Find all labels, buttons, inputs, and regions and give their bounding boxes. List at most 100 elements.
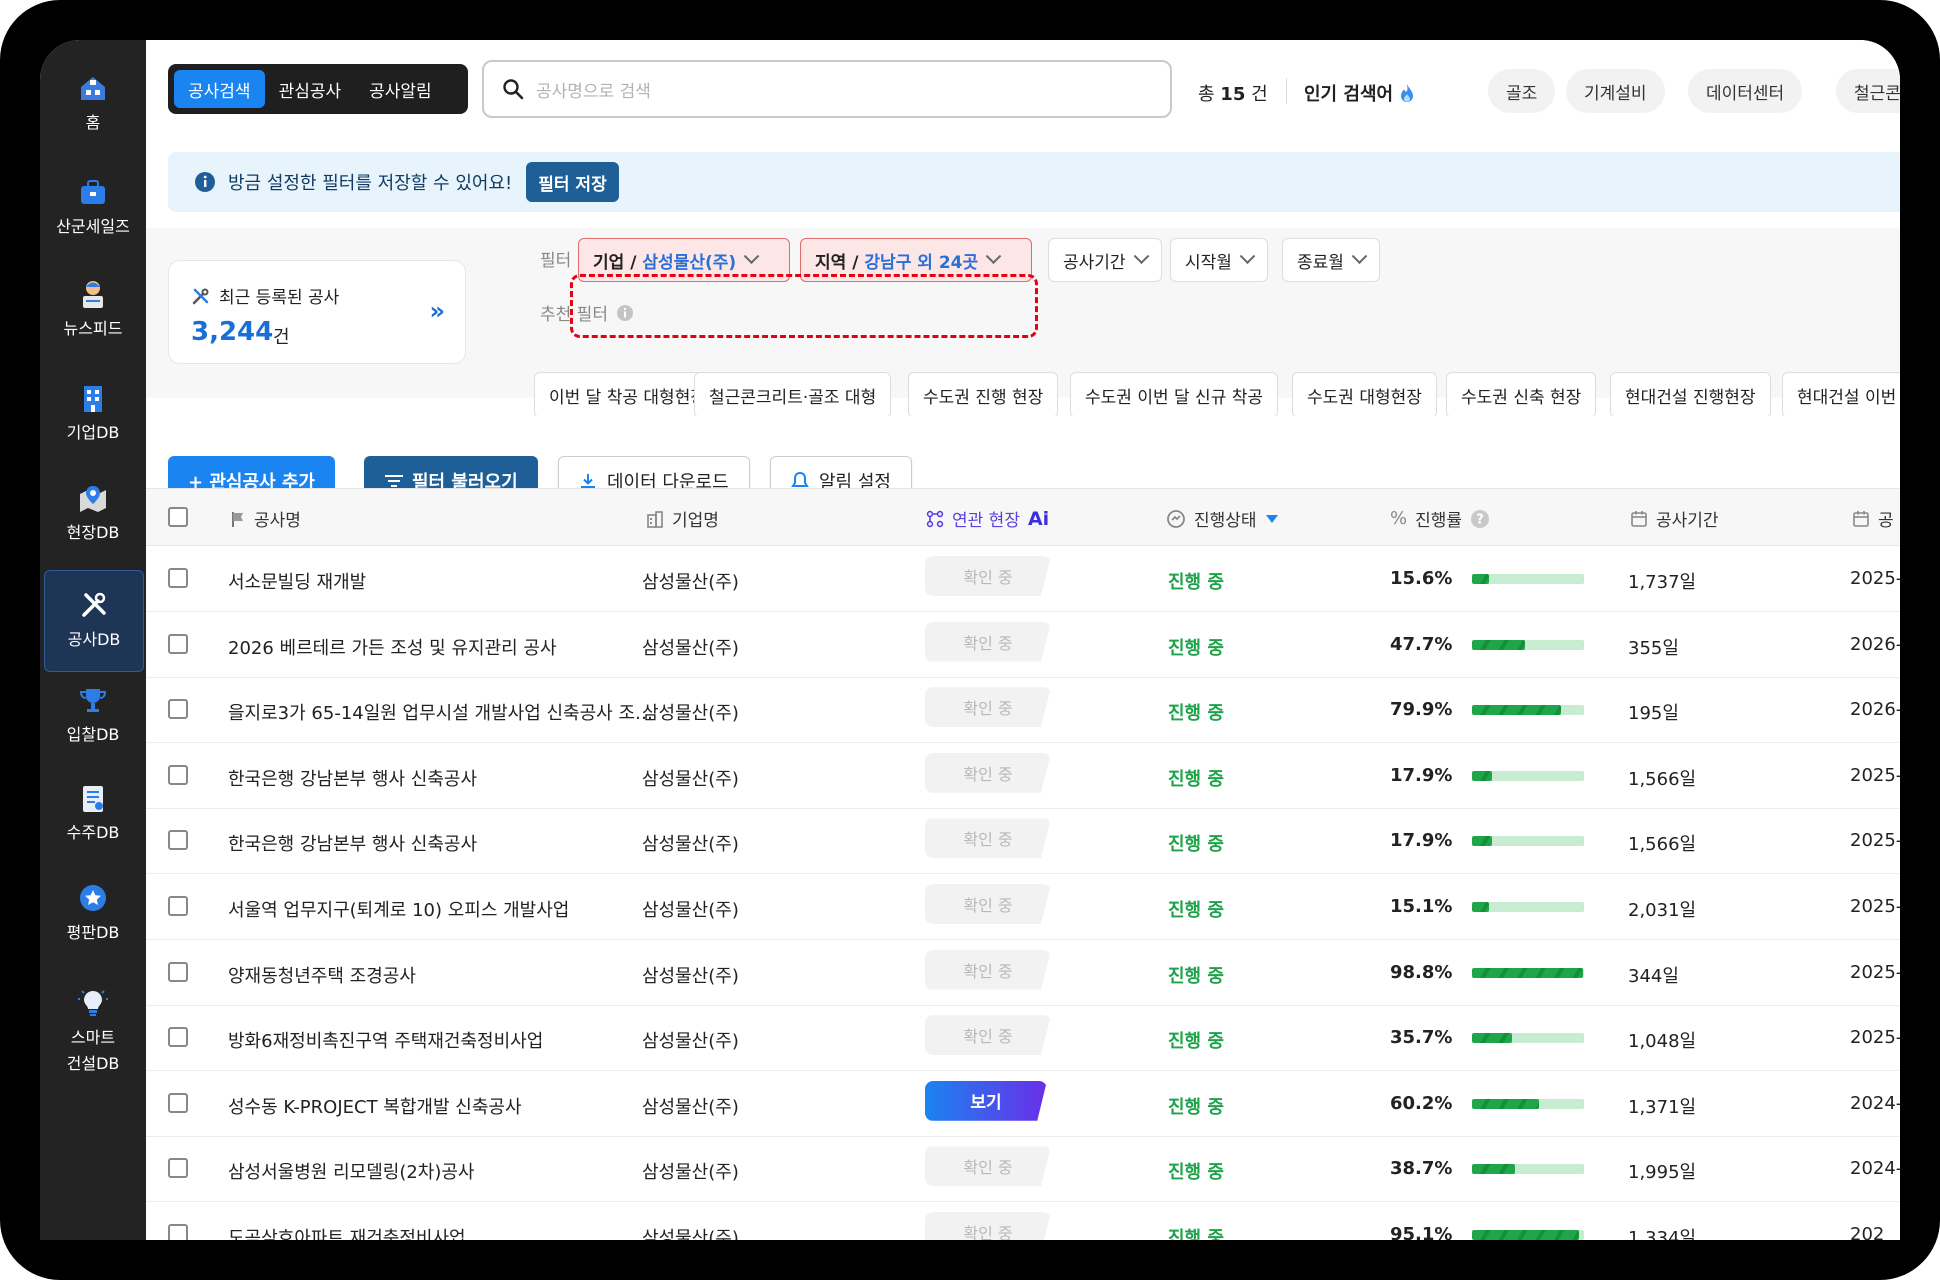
sidebar-item-site-db[interactable]: 현장DB <box>44 464 142 564</box>
sidebar-item-home[interactable]: 홈 <box>44 54 142 154</box>
sidebar-item-bid-db[interactable]: 입찰DB <box>44 666 142 766</box>
row-checkbox[interactable] <box>168 1027 188 1048</box>
table-row[interactable]: 방화6재정비촉진구역 주택재건축정비사업 삼성물산(주) 확인 중 진행 중 35.7%… <box>146 1005 1900 1072</box>
col-status[interactable]: 진행상태 <box>1166 506 1279 531</box>
row-checkbox[interactable] <box>168 568 188 588</box>
related-status-badge: 확인 중 <box>925 687 1051 728</box>
popular-chip[interactable]: 골조 <box>1488 69 1556 113</box>
calendar-icon <box>1631 510 1647 527</box>
project-name[interactable]: 한국은행 강남본부 행사 신축공사 <box>228 830 477 856</box>
col-start[interactable]: 공 <box>1852 506 1894 531</box>
recommended-filter[interactable]: 수도권 신축 현장 <box>1446 372 1597 418</box>
project-name[interactable]: 삼성서울병원 리모델링(2차)공사 <box>228 1158 475 1184</box>
end-month-filter[interactable]: 종료월 <box>1282 238 1380 282</box>
search-placeholder: 공사명으로 검색 <box>536 81 651 102</box>
table-row[interactable]: 삼성서울병원 리모델링(2차)공사 삼성물산(주) 확인 중 진행 중 38.7% 1,9… <box>146 1136 1900 1203</box>
col-company[interactable]: 기업명 <box>646 506 719 531</box>
select-all-checkbox[interactable] <box>168 507 188 527</box>
chevrons-right-icon[interactable]: » <box>429 297 445 325</box>
table-row[interactable]: 양재동청년주택 조경공사 삼성물산(주) 확인 중 진행 중 98.8% 344일 2025… <box>146 940 1900 1006</box>
sidebar-item-order-db[interactable]: 수주DB <box>44 764 142 864</box>
tab-interest[interactable]: 관심공사 <box>265 70 356 108</box>
progress-percent: 95.1% <box>1390 1224 1453 1240</box>
row-checkbox[interactable] <box>168 633 188 654</box>
period-filter[interactable]: 공사기간 <box>1048 238 1162 282</box>
status-text: 진행 중 <box>1168 965 1224 987</box>
project-name[interactable]: 서소문빌딩 재개발 <box>228 568 366 594</box>
view-related-button[interactable]: 보기 <box>925 1080 1047 1121</box>
row-checkbox[interactable] <box>168 699 188 720</box>
tab-alerts[interactable]: 공사알림 <box>355 70 446 108</box>
popular-chip[interactable]: 기계설비 <box>1566 69 1665 113</box>
sidebar-item-construction-db[interactable]: 공사DB <box>44 570 144 672</box>
row-checkbox[interactable] <box>168 1224 188 1240</box>
project-name[interactable]: 서울역 업무지구(퇴계로 10) 오피스 개발사업 <box>228 896 569 922</box>
start-month-filter[interactable]: 시작월 <box>1170 238 1268 282</box>
row-checkbox[interactable] <box>168 764 188 785</box>
recommended-filter[interactable]: 수도권 이번 달 신규 착공 <box>1070 372 1279 418</box>
status-text: 진행 중 <box>1168 1096 1224 1118</box>
sidebar-item-company-db[interactable]: 기업DB <box>44 364 142 464</box>
briefcase-icon <box>81 180 105 204</box>
tab-group: 공사검색 관심공사 공사알림 <box>168 64 468 114</box>
related-status-badge: 확인 중 <box>925 1146 1051 1187</box>
recent-construction-card[interactable]: 최근 등록된 공사 3,244 건 » <box>168 260 466 364</box>
project-name[interactable]: 도곡삼호아파트 재건축정비사업 <box>228 1224 466 1240</box>
start-date: 2026- <box>1850 633 1900 655</box>
end-month-label: 종료월 <box>1297 252 1344 273</box>
sidebar-item-smart-construction-db[interactable]: 스마트 건설DB <box>44 970 142 1094</box>
sort-down-icon[interactable] <box>1265 514 1279 524</box>
project-name[interactable]: 한국은행 강남본부 행사 신축공사 <box>228 765 477 791</box>
row-checkbox[interactable] <box>168 1158 188 1179</box>
sidebar-item-sales[interactable]: 산군세일즈 <box>44 158 142 258</box>
popular-chip[interactable]: 철근콘크리트|철골 <box>1836 69 1900 113</box>
project-name[interactable]: 을지로3가 65-14일원 업무시설 개발사업 신축공사 조… <box>228 699 653 725</box>
save-filter-button[interactable]: 필터 저장 <box>526 162 619 202</box>
progress-percent: 35.7% <box>1390 1027 1453 1049</box>
sidebar-item-reputation-db[interactable]: 평판DB <box>44 864 142 964</box>
tab-search[interactable]: 공사검색 <box>174 70 265 108</box>
table-row[interactable]: 서소문빌딩 재개발 삼성물산(주) 확인 중 진행 중 15.6% 1,737일 2025- <box>146 546 1900 612</box>
col-related-site[interactable]: 연관 현장 Ai <box>926 506 1049 531</box>
search-input[interactable]: 공사명으로 검색 <box>482 60 1172 118</box>
status-text: 진행 중 <box>1168 637 1224 659</box>
table-row[interactable]: 한국은행 강남본부 행사 신축공사 삼성물산(주) 확인 중 진행 중 17.9% 1,5… <box>146 743 1900 809</box>
clipboard-icon <box>83 786 103 812</box>
row-checkbox[interactable] <box>168 896 188 916</box>
table-row[interactable]: 성수동 K-PROJECT 복합개발 신축공사 삼성물산(주) 보기 진행 중 60.2… <box>146 1071 1900 1137</box>
row-checkbox[interactable] <box>168 961 188 982</box>
row-checkbox[interactable] <box>168 830 188 851</box>
col-progress[interactable]: % 진행률 ? <box>1390 506 1490 531</box>
trophy-icon <box>79 689 107 712</box>
project-name[interactable]: 방화6재정비촉진구역 주택재건축정비사업 <box>228 1027 543 1053</box>
recommended-filter[interactable]: 수도권 진행 현장 <box>908 372 1059 418</box>
app-screen: 홈 산군세일즈 뉴스피드 기업DB 현장DB 공사DB 입찰DB 수주DB 평판… <box>40 40 1900 1240</box>
recommended-filter[interactable]: 철근콘크리트·골조 대형 <box>694 372 892 418</box>
recommended-filter[interactable]: 현대건설 진행현장 <box>1610 372 1771 418</box>
project-name[interactable]: 2026 베르테르 가든 조성 및 유지관리 공사 <box>228 634 557 660</box>
col-period[interactable]: 공사기간 <box>1630 506 1719 531</box>
project-name[interactable]: 양재동청년주택 조경공사 <box>228 962 416 988</box>
table-row[interactable]: 2026 베르테르 가든 조성 및 유지관리 공사 삼성물산(주) 확인 중 진행 중… <box>146 612 1900 678</box>
company-name: 삼성물산(주) <box>642 834 739 856</box>
row-checkbox[interactable] <box>168 1092 188 1113</box>
table-row[interactable]: 을지로3가 65-14일원 업무시설 개발사업 신축공사 조… 삼성물산(주) 확인… <box>146 677 1900 744</box>
table-row[interactable]: 서울역 업무지구(퇴계로 10) 오피스 개발사업 삼성물산(주) 확인 중 진행 중… <box>146 874 1900 940</box>
period-days: 344일 <box>1628 965 1679 987</box>
help-icon[interactable]: ? <box>1470 509 1490 529</box>
filter-label: 필터 <box>540 251 572 271</box>
col-progress-label: 진행률 <box>1415 511 1463 531</box>
progress-bar <box>1472 836 1584 847</box>
table-row[interactable]: 한국은행 강남본부 행사 신축공사 삼성물산(주) 확인 중 진행 중 17.9% 1,5… <box>146 808 1900 875</box>
recommended-filter[interactable]: 이번 달 착공 대형현장 <box>534 372 721 418</box>
recommended-filter[interactable]: 현대건설 이번 <box>1782 372 1900 418</box>
status-text: 진행 중 <box>1168 703 1224 725</box>
recommended-filter[interactable]: 수도권 대형현장 <box>1292 372 1437 418</box>
col-name[interactable]: 공사명 <box>230 506 301 531</box>
company-name: 삼성물산(주) <box>642 1031 739 1053</box>
popular-chip[interactable]: 데이터센터 <box>1688 69 1803 113</box>
project-name[interactable]: 성수동 K-PROJECT 복합개발 신축공사 <box>228 1093 522 1119</box>
progress-circle-icon <box>1167 509 1185 528</box>
table-row[interactable]: 도곡삼호아파트 재건축정비사업 삼성물산(주) 확인 중 진행 중 95.1% 1,334… <box>146 1202 1900 1240</box>
sidebar-item-newsfeed[interactable]: 뉴스피드 <box>44 260 142 360</box>
